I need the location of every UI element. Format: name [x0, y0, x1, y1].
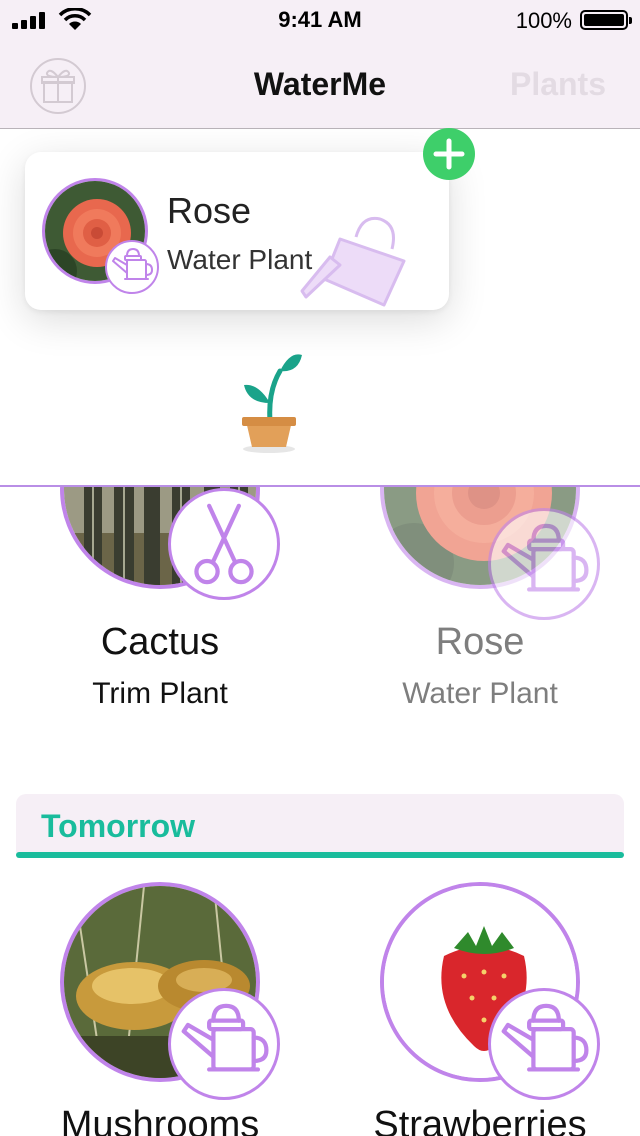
plus-icon — [433, 138, 465, 170]
watering-can-icon — [105, 240, 159, 294]
watering-can-icon — [488, 508, 600, 620]
battery-percentage: 100% — [515, 8, 572, 33]
sprout-pot-icon — [242, 354, 302, 453]
section-header-tomorrow: Tomorrow — [16, 794, 624, 858]
plant-name: Cactus — [100, 621, 220, 663]
plant-cell-mushrooms[interactable]: Mushrooms — [40, 882, 280, 1136]
reminder-action: Water Plant — [167, 244, 313, 275]
plant-action: Water Plant — [402, 677, 558, 710]
battery-icon — [580, 10, 632, 30]
plants-button[interactable]: Plants — [510, 66, 606, 103]
plant-cell-strawberries[interactable]: Strawberries — [360, 882, 600, 1136]
plant-name: Mushrooms — [60, 1104, 260, 1136]
screen: 9:41 AM 100% WaterMe Plants Cactus Trim … — [0, 0, 640, 1136]
navigation-bar: WaterMe Plants — [0, 40, 640, 129]
status-bar: 9:41 AM 100% — [0, 0, 640, 40]
plant-name: Strawberries — [373, 1104, 587, 1136]
scissors-icon — [168, 488, 280, 600]
section-underline — [16, 852, 624, 858]
section-title: Tomorrow — [41, 808, 196, 844]
plant-action: Trim Plant — [92, 677, 228, 710]
add-button[interactable] — [423, 128, 475, 180]
reminder-plant-name: Rose — [167, 190, 252, 231]
reminder-overlay: Rose Water Plant — [0, 129, 640, 487]
watering-can-icon — [168, 988, 280, 1100]
watering-can-icon — [488, 988, 600, 1100]
watering-can-icon[interactable] — [300, 209, 412, 315]
plant-name: Rose — [435, 621, 525, 663]
